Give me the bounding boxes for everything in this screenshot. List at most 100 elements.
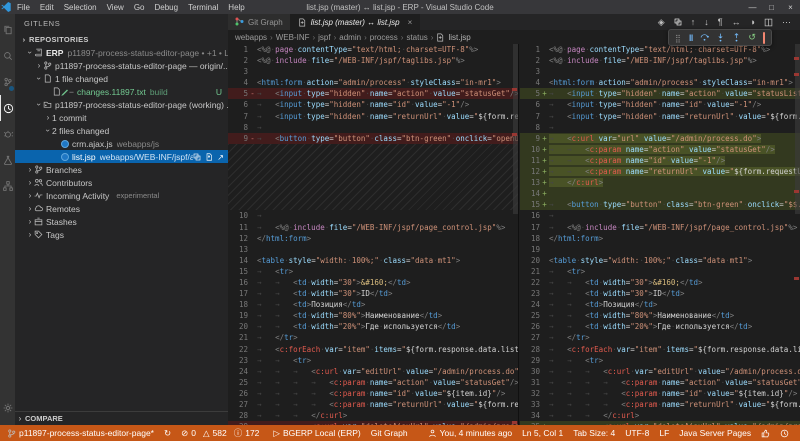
status-git-branch[interactable]: p11897-process-status-editor-page* — [7, 428, 154, 438]
swap-sides-button[interactable]: ↔ — [732, 17, 741, 27]
code-line: 25→ → <td·width="80%">Наименование</td> — [520, 310, 800, 321]
step-into-button[interactable] — [716, 33, 725, 42]
status-language-mode[interactable]: Java Server Pages — [679, 428, 751, 438]
tree-item-label: crm.ajax.js — [72, 139, 113, 149]
tab-close-icon[interactable]: × — [408, 18, 413, 27]
open-on-remote-button[interactable]: ↗ — [217, 152, 224, 162]
repositories-section-header[interactable]: › REPOSITORIES — [15, 33, 228, 46]
diff-sign: + — [540, 155, 549, 166]
diff-sign — [248, 399, 257, 410]
diff-pane-modified[interactable]: 1<%@·page·contentType="text/html;·charse… — [520, 44, 800, 425]
compare-section-header[interactable]: › COMPARE — [15, 411, 228, 425]
status-tab-size[interactable]: Tab Size: 4 — [573, 428, 615, 438]
activity-explorer[interactable] — [0, 17, 15, 43]
close-button[interactable]: × — [781, 3, 800, 12]
tree-item-list.jsp[interactable]: list.jspwebapps/WEB-INF/jspf/admin/pr...… — [15, 150, 228, 163]
breadcrumb-item[interactable]: admin — [339, 33, 361, 42]
sidebar-group-incoming-activity[interactable]: ›Incoming Activityexperimental — [15, 189, 228, 202]
activity-debug[interactable] — [0, 121, 15, 147]
sidebar-group-branches[interactable]: ›Branches — [15, 163, 228, 176]
debug-toolbar: ⣿ ‖ ↺ — [668, 29, 772, 46]
breadcrumb-item[interactable]: status — [406, 33, 427, 42]
scrollbar[interactable] — [513, 44, 518, 214]
activity-settings[interactable] — [0, 395, 15, 421]
toggle-whitespace-button[interactable]: ¶ — [718, 17, 723, 27]
activity-source-control[interactable] — [0, 69, 15, 95]
stop-button[interactable] — [763, 33, 765, 43]
status-blame[interactable]: You, 4 minutes ago — [428, 428, 512, 438]
menu-view[interactable]: View — [102, 3, 129, 12]
menu-terminal[interactable]: Terminal — [183, 3, 223, 12]
menu-edit[interactable]: Edit — [35, 3, 59, 12]
status-feedback-thumbsup[interactable] — [761, 429, 770, 438]
open-changes-button[interactable] — [193, 153, 201, 161]
sidebar-group-stashes[interactable]: ›Stashes — [15, 215, 228, 228]
previous-change-button[interactable]: ↑ — [691, 17, 696, 27]
status-issue[interactable] — [780, 429, 789, 438]
step-over-button[interactable] — [700, 33, 709, 42]
breadcrumb-file-label: list.jsp — [448, 33, 470, 42]
overview-ruler-mark — [794, 277, 799, 280]
status-label: BGERP Local (ERP) — [283, 428, 361, 438]
breadcrumb-item[interactable]: jspf — [318, 33, 330, 42]
breadcrumb-file[interactable]: list.jsp — [436, 33, 470, 42]
more-actions-button[interactable]: ⋯ — [782, 17, 791, 28]
status-problems[interactable]: ⊘0△582ⓘ172 — [181, 427, 263, 439]
open-file-button[interactable] — [205, 153, 213, 161]
tree-item-1[interactable]: ›1 commit — [15, 111, 228, 124]
maximize-button[interactable]: □ — [762, 3, 781, 12]
menu-go[interactable]: Go — [129, 3, 150, 12]
toggle-inline-view-button[interactable]: ◑ — [750, 17, 755, 27]
activity-search[interactable] — [0, 43, 15, 69]
tab-list-jsp-master-list-jsp[interactable]: list.jsp (master) ↔ list.jsp× — [291, 14, 421, 30]
tree-item-changes.11897.txt[interactable]: −changes.11897.txtbuildU — [15, 85, 228, 98]
status-cursor-position[interactable]: Ln 5, Col 1 — [522, 428, 563, 438]
gitlens-action-button[interactable]: ◈ — [658, 17, 665, 28]
menu-selection[interactable]: Selection — [59, 3, 102, 12]
status-git-graph[interactable]: Git Graph — [371, 428, 408, 438]
sidebar-group-remotes[interactable]: ›Remotes — [15, 202, 228, 215]
code-line: 12+→ → <c:param·name="returnUrl"·value="… — [520, 166, 800, 177]
scrollbar[interactable] — [795, 44, 800, 214]
next-change-button[interactable]: ↓ — [704, 17, 709, 27]
breadcrumb-item[interactable]: WEB-INF — [276, 33, 310, 42]
sidebar-group-tags[interactable]: ›Tags — [15, 228, 228, 241]
diff-pane-original[interactable]: 1<%@·page·contentType="text/html;·charse… — [228, 44, 519, 425]
tree-item-erp[interactable]: ›ERPp11897-process-status-editor-page • … — [15, 46, 228, 59]
activity-hierarchy[interactable] — [0, 173, 15, 199]
error-count: ⊘0 — [181, 428, 196, 439]
menu-file[interactable]: File — [12, 3, 35, 12]
line-number: 31 — [520, 377, 540, 388]
diff-sign — [540, 366, 549, 377]
restart-button[interactable]: ↺ — [748, 32, 756, 43]
status-encoding[interactable]: UTF-8 — [625, 428, 649, 438]
open-changes-button[interactable] — [674, 18, 682, 26]
menu-help[interactable]: Help — [223, 3, 249, 12]
tree-item-crm.ajax.js[interactable]: crm.ajax.jswebapps/js — [15, 137, 228, 150]
code-text: </html:form> — [549, 233, 800, 244]
info-icon: ⓘ — [234, 427, 243, 439]
tree-item-p11897processstatuseditorpage[interactable]: ›p11897-process-status-editor-page — ori… — [15, 59, 228, 72]
status-sync[interactable]: ↻ — [164, 428, 171, 439]
grip-handle[interactable]: ⣿ — [675, 33, 682, 43]
sidebar-group-contributors[interactable]: ›Contributors — [15, 176, 228, 189]
step-out-button[interactable] — [732, 33, 741, 42]
menu-debug[interactable]: Debug — [149, 3, 183, 12]
tree-item-p11897processstatuseditorpage[interactable]: ›p11897-process-status-editor-page (work… — [15, 98, 228, 111]
status-launch[interactable]: ▷BGERP Local (ERP) — [273, 428, 360, 439]
tab-git-graph[interactable]: Git Graph — [228, 14, 291, 30]
repo-icon — [34, 48, 43, 57]
activity-gitlens[interactable] — [0, 95, 15, 121]
tree-item-1[interactable]: ›1 file changed — [15, 72, 228, 85]
status-eol[interactable]: LF — [659, 428, 669, 438]
breadcrumb-item[interactable]: process — [370, 33, 398, 42]
status-label: p11897-process-status-editor-page* — [19, 428, 154, 438]
activity-test-beaker[interactable] — [0, 147, 15, 173]
split-editor-button[interactable] — [764, 18, 773, 27]
code-text — [549, 244, 800, 255]
breadcrumb-item[interactable]: webapps — [235, 33, 267, 42]
minimize-button[interactable]: — — [743, 3, 762, 12]
tree-item-2[interactable]: ›2 files changed — [15, 124, 228, 137]
pause-button[interactable]: ‖ — [689, 33, 693, 43]
code-line: 27→ </tr> — [520, 332, 800, 343]
